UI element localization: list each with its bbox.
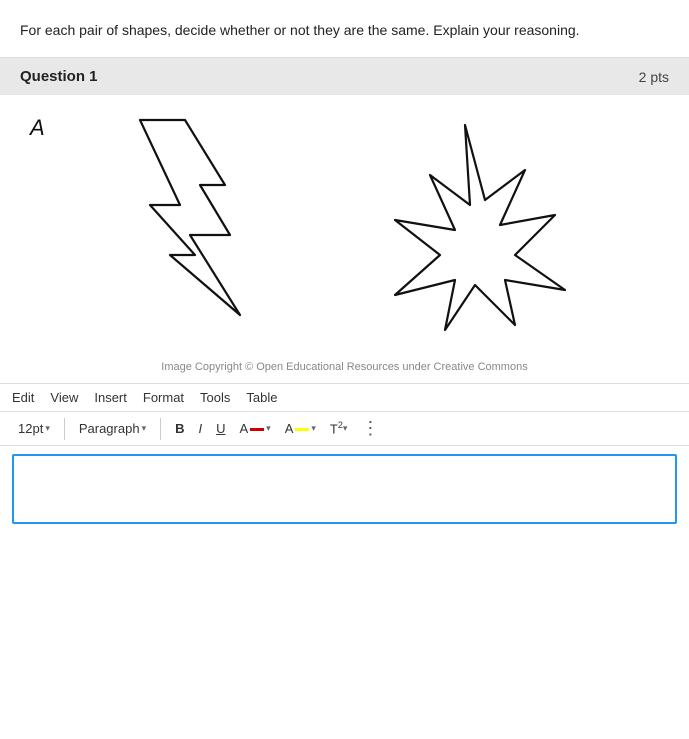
editor-content-area[interactable] [12, 454, 677, 524]
paragraph-style-chevron-icon: ▾ [142, 423, 147, 434]
highlight-chevron-icon: ▾ [311, 423, 316, 434]
italic-button[interactable]: I [192, 418, 208, 439]
image-area: A Image Copyright © Open Educational Res… [0, 95, 689, 383]
more-options-button[interactable]: ⋮ [355, 416, 385, 441]
underline-button[interactable]: U [210, 418, 231, 439]
menu-edit[interactable]: Edit [12, 390, 34, 405]
editor-toolbar: 12pt ▾ Paragraph ▾ B I U A ▾ A ▾ T2 ▾ ⋮ [0, 411, 689, 446]
font-size-chevron-icon: ▾ [45, 423, 50, 434]
toolbar-divider-1 [64, 418, 65, 440]
menu-format[interactable]: Format [143, 390, 184, 405]
highlight-label: A [285, 421, 294, 436]
image-copyright: Image Copyright © Open Educational Resou… [161, 361, 527, 373]
editor-menubar: Edit View Insert Format Tools Table [0, 383, 689, 411]
menu-view[interactable]: View [50, 390, 78, 405]
paragraph-style-select[interactable]: Paragraph ▾ [73, 418, 152, 439]
paragraph-style-label: Paragraph [79, 421, 140, 436]
font-color-bar [250, 428, 264, 431]
intro-text: For each pair of shapes, decide whether … [0, 0, 689, 57]
superscript-chevron-icon: ▾ [343, 423, 348, 434]
font-color-chevron-icon: ▾ [266, 423, 271, 434]
shapes-svg [85, 115, 605, 355]
question-pts: 2 pts [639, 69, 669, 85]
highlight-color-button[interactable]: A ▾ [279, 418, 322, 439]
font-size-label: 12pt [18, 421, 43, 436]
bold-button[interactable]: B [169, 418, 190, 439]
menu-tools[interactable]: Tools [200, 390, 230, 405]
shape-label-a: A [30, 115, 45, 141]
menu-table[interactable]: Table [246, 390, 277, 405]
font-color-label: A [240, 421, 249, 436]
toolbar-divider-2 [160, 418, 161, 440]
question-title: Question 1 [20, 68, 98, 85]
font-color-button[interactable]: A ▾ [234, 418, 277, 439]
shapes-row: A [20, 115, 669, 355]
highlight-color-bar [295, 428, 309, 431]
menu-insert[interactable]: Insert [94, 390, 127, 405]
question-header: Question 1 2 pts [0, 58, 689, 95]
superscript-button[interactable]: T2 ▾ [324, 418, 354, 438]
font-size-select[interactable]: 12pt ▾ [12, 418, 56, 439]
superscript-label: T2 [330, 421, 343, 435]
